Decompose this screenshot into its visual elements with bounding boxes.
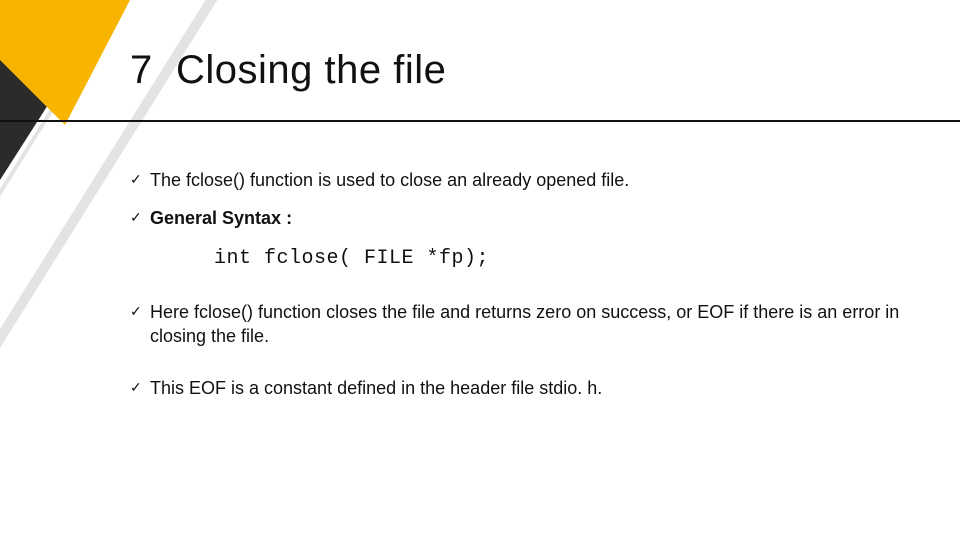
bullet-text: Here fclose() function closes the file a… bbox=[150, 302, 899, 346]
check-icon: ✓ bbox=[130, 208, 142, 227]
bullet-item: ✓ General Syntax : bbox=[130, 206, 900, 230]
title-underline bbox=[0, 120, 960, 122]
bullet-item: ✓ This EOF is a constant defined in the … bbox=[130, 376, 900, 400]
slide-title: 7. Closing the file bbox=[130, 48, 446, 93]
bullet-item: ✓ Here fclose() function closes the file… bbox=[130, 300, 900, 349]
bullet-text: The fclose() function is used to close a… bbox=[150, 170, 629, 190]
bullet-text: General Syntax : bbox=[150, 208, 292, 228]
slide-body: ✓ The fclose() function is used to close… bbox=[130, 168, 900, 414]
check-icon: ✓ bbox=[130, 170, 142, 189]
check-icon: ✓ bbox=[130, 302, 142, 321]
bullet-text: This EOF is a constant defined in the he… bbox=[150, 378, 602, 398]
code-snippet: int fclose( FILE *fp); bbox=[214, 245, 900, 272]
slide: 7. Closing the file ✓ The fclose() funct… bbox=[0, 0, 960, 540]
check-icon: ✓ bbox=[130, 378, 142, 397]
bullet-item: ✓ The fclose() function is used to close… bbox=[130, 168, 900, 192]
